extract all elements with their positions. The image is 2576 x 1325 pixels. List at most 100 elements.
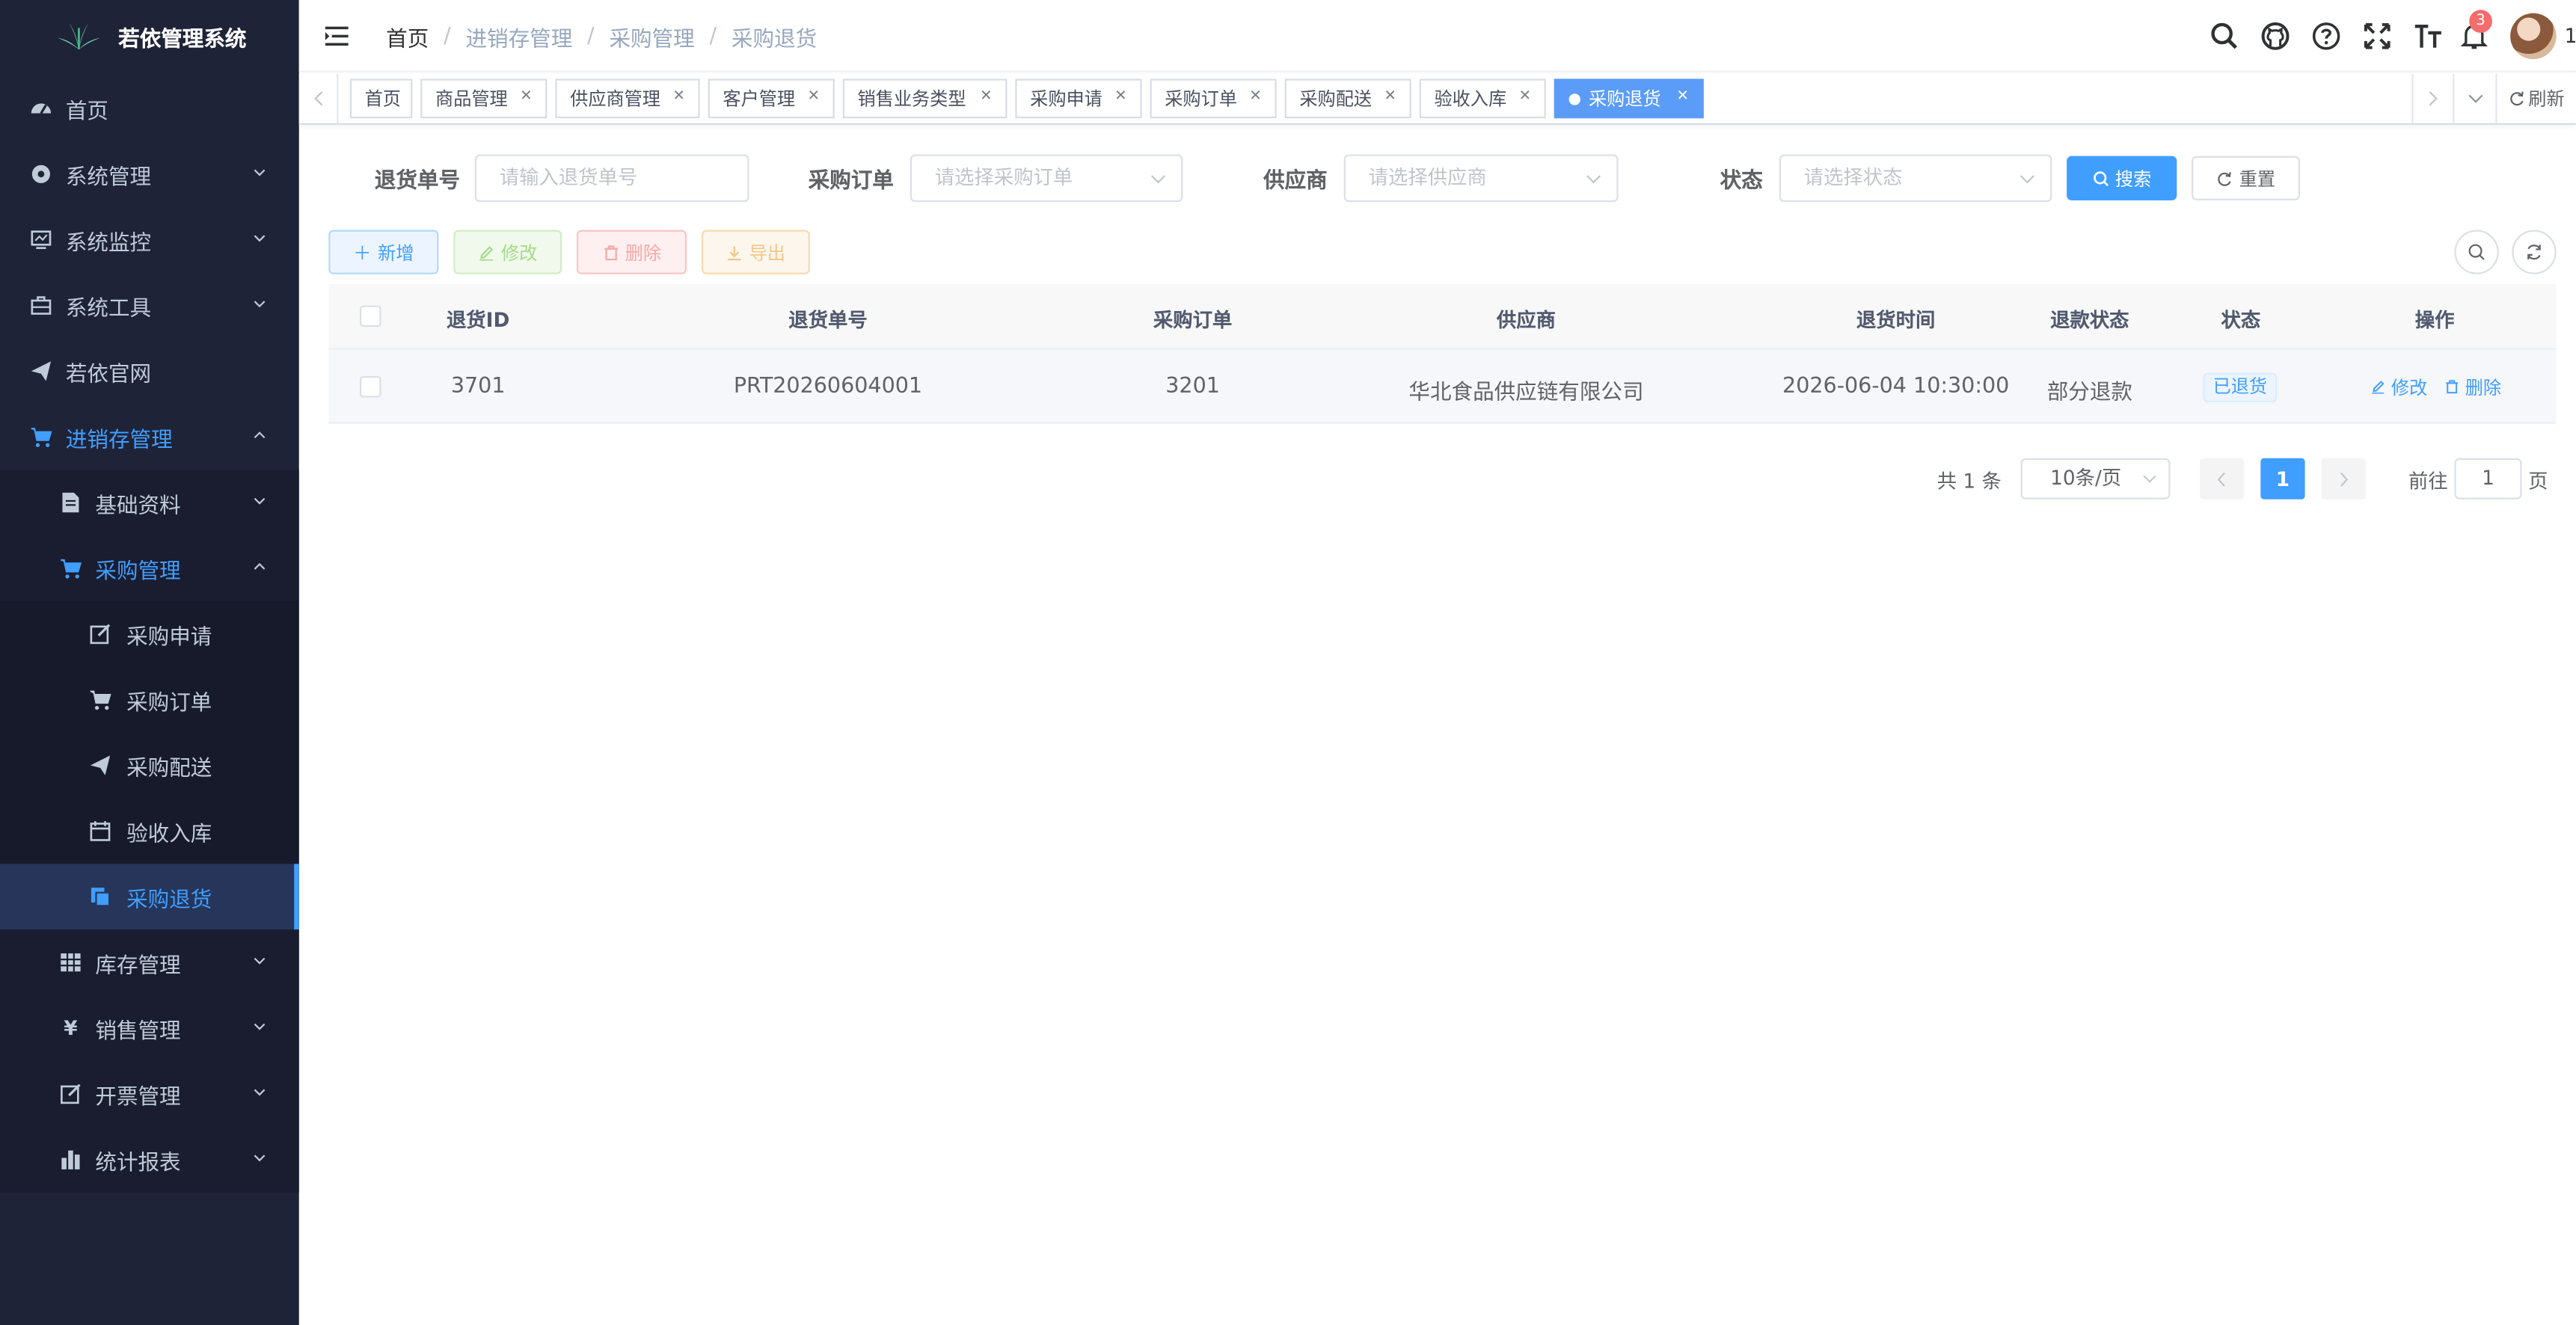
close-icon[interactable]: ✕ xyxy=(520,89,533,105)
tag-purchase-return[interactable]: 采购退货 ✕ xyxy=(1554,79,1704,119)
close-icon[interactable]: ✕ xyxy=(1114,89,1127,105)
sidebar-item-psi-mgmt[interactable]: 进销存管理 xyxy=(0,404,299,470)
close-icon[interactable]: ✕ xyxy=(807,89,820,105)
font-size-icon[interactable] xyxy=(2411,19,2444,52)
sidebar-item-system-mgmt[interactable]: 系统管理 xyxy=(0,141,299,207)
sidebar-item-purchase-return[interactable]: 采购退货 xyxy=(0,864,299,930)
tags-scroll-right-button[interactable] xyxy=(2411,73,2453,123)
goto-page-input[interactable]: 1 xyxy=(2454,458,2522,499)
calendar-icon xyxy=(89,820,112,843)
tag-label: 验收入库 xyxy=(1434,88,1507,111)
trash-icon xyxy=(604,245,617,260)
tag-product-mgmt[interactable]: 商品管理 ✕ xyxy=(420,79,548,119)
sidebar-item-purchase-request[interactable]: 采购申请 xyxy=(0,600,299,667)
hamburger-icon[interactable] xyxy=(324,23,350,49)
refresh-table-button[interactable] xyxy=(2512,230,2557,274)
question-icon[interactable] xyxy=(2310,19,2343,52)
edit-icon xyxy=(479,245,494,260)
sidebar-item-purchase-order[interactable]: 采购订单 xyxy=(0,666,299,733)
search-button[interactable]: 搜索 xyxy=(2067,156,2177,200)
page-size-select[interactable]: 10条/页 xyxy=(2020,458,2171,499)
monitor-icon xyxy=(30,228,53,251)
toggle-search-button[interactable] xyxy=(2454,230,2499,274)
edit-icon xyxy=(89,622,112,645)
notification-badge: 3 xyxy=(2469,10,2492,33)
tag-home[interactable]: 首页 xyxy=(349,79,413,119)
sidebar-item-receiving-storage[interactable]: 验收入库 xyxy=(0,798,299,864)
sidebar-label-stats-reports: 统计报表 xyxy=(95,1150,181,1175)
logo[interactable]: 若依管理系统 xyxy=(0,0,299,73)
column-header: 退货时间 xyxy=(1856,308,1936,332)
edit-button[interactable]: 修改 xyxy=(453,230,562,274)
pagination-total: 共 1 条 xyxy=(1936,470,2002,493)
close-icon[interactable]: ✕ xyxy=(1384,89,1396,105)
order-select[interactable]: 请选择采购订单 xyxy=(910,154,1183,203)
add-button[interactable]: ＋ 新增 xyxy=(328,230,439,274)
tag-receiving-storage[interactable]: 验收入库 ✕ xyxy=(1419,79,1546,119)
user-name[interactable]: 1 xyxy=(2565,25,2576,48)
copy-icon xyxy=(89,885,112,909)
tag-purchase-request[interactable]: 采购申请 ✕ xyxy=(1015,79,1142,119)
close-icon[interactable]: ✕ xyxy=(672,89,685,105)
sidebar-item-system-monitor[interactable]: 系统监控 xyxy=(0,207,299,273)
tags-dropdown-button[interactable] xyxy=(2453,73,2495,123)
sidebar: 若依管理系统 首页 系统管理 系统监控 系统工具 若依官网 进销存管理 基础资料… xyxy=(0,0,299,1325)
close-icon[interactable]: ✕ xyxy=(1676,89,1689,105)
supplier-label: 供应商 xyxy=(1263,169,1328,194)
tag-customer-mgmt[interactable]: 客户管理 ✕ xyxy=(708,79,835,119)
add-button-label: 新增 xyxy=(378,242,414,264)
sidebar-item-invoice-mgmt[interactable]: 开票管理 xyxy=(0,1060,299,1127)
chevron-left-icon xyxy=(2217,471,2225,486)
return-no-placeholder: 请输入退货单号 xyxy=(499,165,638,189)
status-select[interactable]: 请选择状态 xyxy=(1779,154,2052,203)
close-icon[interactable]: ✕ xyxy=(1249,89,1262,105)
sidebar-label-invoice-mgmt: 开票管理 xyxy=(95,1084,181,1110)
sidebar-label-purchase-order: 采购订单 xyxy=(126,690,212,716)
chevron-down-icon xyxy=(1150,175,1166,184)
avatar[interactable] xyxy=(2510,13,2557,60)
yen-icon: ¥ xyxy=(64,1016,78,1040)
tag-purchase-order[interactable]: 采购订单 ✕ xyxy=(1150,79,1277,119)
row-checkbox[interactable] xyxy=(360,375,381,398)
export-button[interactable]: 导出 xyxy=(701,230,810,274)
supplier-placeholder: 请选择供应商 xyxy=(1368,165,1487,189)
sidebar-item-inventory-mgmt[interactable]: 库存管理 xyxy=(0,929,299,996)
search-icon[interactable] xyxy=(2208,19,2241,52)
download-icon xyxy=(728,245,741,260)
row-edit-link[interactable]: 修改 xyxy=(2370,375,2427,401)
select-all-checkbox[interactable] xyxy=(360,305,381,328)
tag-label: 采购退货 xyxy=(1588,88,1661,111)
close-icon[interactable]: ✕ xyxy=(1518,89,1531,105)
delete-button[interactable]: 删除 xyxy=(576,230,687,274)
reset-button[interactable]: 重置 xyxy=(2192,156,2301,200)
tag-purchase-delivery[interactable]: 采购配送 ✕ xyxy=(1284,79,1411,119)
refresh-button[interactable]: 刷新 xyxy=(2495,73,2576,123)
sidebar-item-purchase-delivery[interactable]: 采购配送 xyxy=(0,732,299,799)
page-number-button[interactable]: 1 xyxy=(2260,458,2305,499)
supplier-select[interactable]: 请选择供应商 xyxy=(1343,154,1619,203)
close-icon[interactable]: ✕ xyxy=(980,89,993,105)
sidebar-item-sales-mgmt[interactable]: ¥ 销售管理 xyxy=(0,995,299,1061)
github-icon[interactable] xyxy=(2259,19,2292,52)
next-page-button[interactable] xyxy=(2321,458,2366,499)
fullscreen-icon[interactable] xyxy=(2361,19,2393,52)
tags-scroll-left-button[interactable] xyxy=(299,73,339,123)
sidebar-item-purchase-mgmt[interactable]: 采购管理 xyxy=(0,535,299,601)
sidebar-item-stats-reports[interactable]: 统计报表 xyxy=(0,1126,299,1193)
column-header: 供应商 xyxy=(1496,308,1557,332)
breadcrumb-item[interactable]: 首页 xyxy=(386,22,429,52)
sidebar-item-home[interactable]: 首页 xyxy=(0,76,299,141)
sidebar-item-ruoyi-site[interactable]: 若依官网 xyxy=(0,338,299,404)
row-delete-link[interactable]: 删除 xyxy=(2444,375,2501,401)
prev-page-button[interactable] xyxy=(2200,458,2245,499)
sidebar-item-system-tools[interactable]: 系统工具 xyxy=(0,273,299,339)
tag-sales-business-type[interactable]: 销售业务类型 ✕ xyxy=(842,79,1008,119)
sidebar-label-ruoyi-site: 若依官网 xyxy=(65,362,152,387)
cell-return-time: 2026-06-04 10:30:00 xyxy=(1782,374,2010,399)
table-row[interactable]: 3701 PRT20260604001 3201 华北食品供应链有限公司 202… xyxy=(328,349,2557,424)
return-no-input[interactable]: 请输入退货单号 xyxy=(474,154,749,203)
sidebar-item-basic-data[interactable]: 基础资料 xyxy=(0,470,299,536)
tag-supplier-mgmt[interactable]: 供应商管理 ✕ xyxy=(555,79,700,119)
breadcrumb-item: 进销存管理 xyxy=(465,28,573,53)
tag-label: 采购配送 xyxy=(1299,88,1373,111)
